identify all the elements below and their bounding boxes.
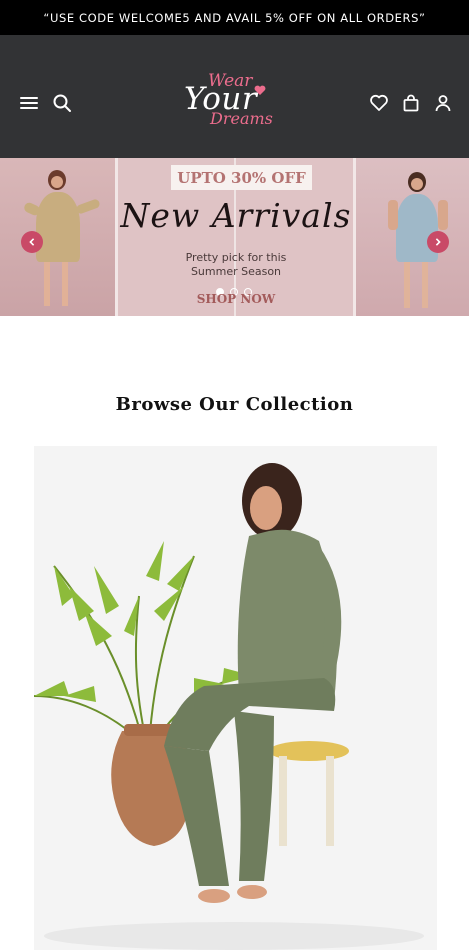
menu-icon[interactable] [18,92,40,114]
hero-banner[interactable]: UPTO 30% OFF New Arrivals Pretty pick fo… [0,158,469,316]
shop-now-link[interactable]: SHOP NOW [118,292,354,306]
shopping-bag-icon[interactable] [400,92,422,114]
announcement-bar: “USE CODE WELCOME5 AND AVAIL 5% OFF ON A… [0,0,469,35]
collection-image[interactable] [34,446,437,950]
banner-subtext-line2: Summer Season [190,265,282,278]
banner-subtext: Pretty pick for this Summer Season [118,251,354,279]
collection-photo [34,446,437,950]
announcement-text: “USE CODE WELCOME5 AND AVAIL 5% OFF ON A… [43,10,426,25]
logo-heart-icon [254,85,266,95]
section-title: Browse Our Collection [115,394,354,415]
search-icon[interactable] [51,92,73,114]
user-icon[interactable] [432,92,454,114]
banner-right-photo [356,158,469,316]
brand-logo[interactable]: Wear Your Dreams [180,65,280,129]
site-header: Wear Your Dreams [0,35,469,158]
heart-icon[interactable] [368,92,390,114]
carousel-next-button[interactable] [427,231,449,253]
chevron-left-icon [29,238,35,246]
banner-subtext-line1: Pretty pick for this [185,251,287,264]
offer-badge: UPTO 30% OFF [171,165,312,190]
carousel-prev-button[interactable] [21,231,43,253]
logo-word-dreams: Dreams [210,109,273,128]
chevron-right-icon [435,238,441,246]
banner-headline: New Arrivals [120,196,352,235]
banner-left-photo [0,158,116,316]
